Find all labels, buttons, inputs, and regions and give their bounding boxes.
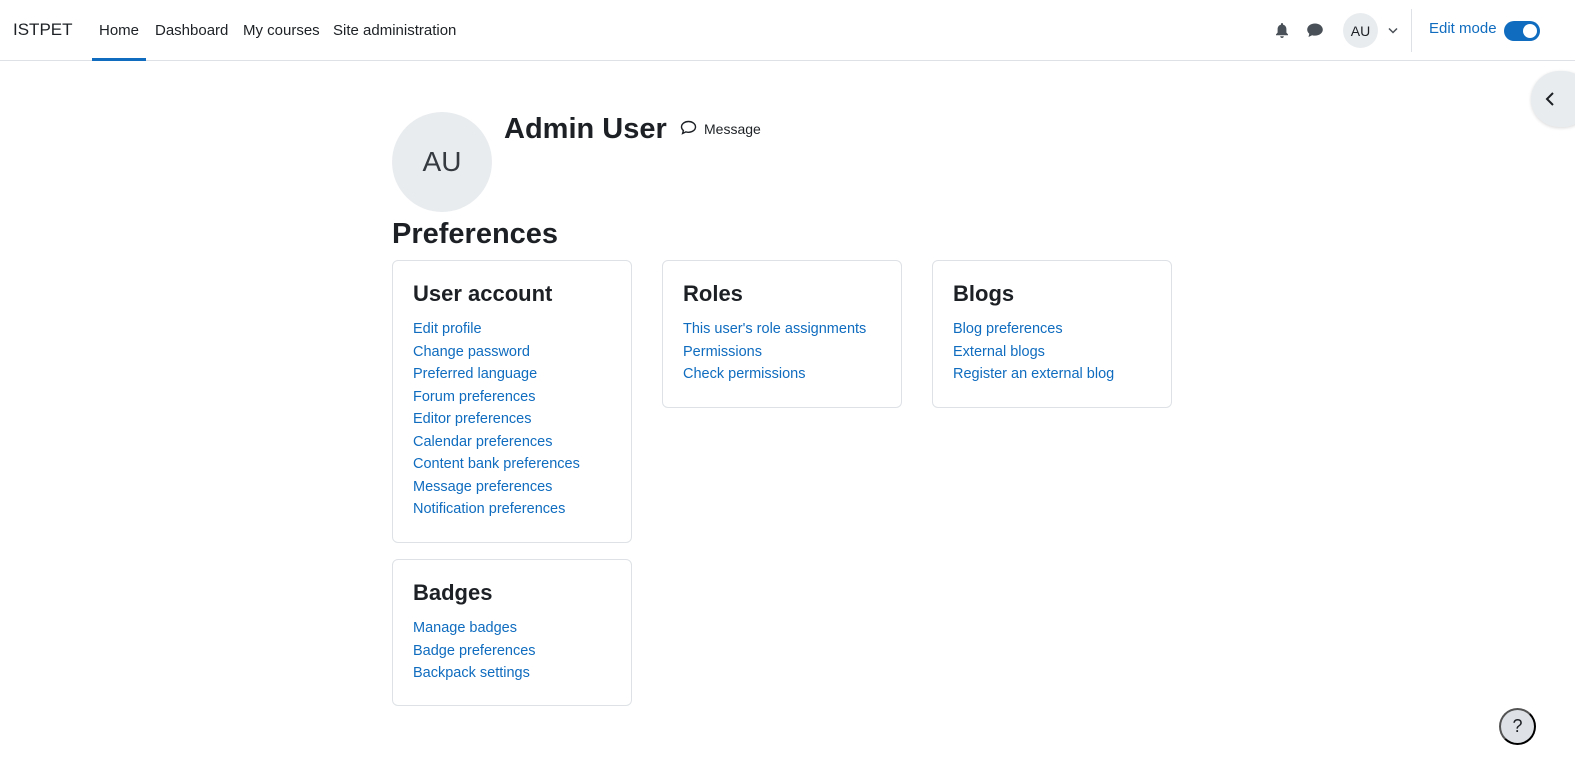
- badge-preferences-link[interactable]: Badge preferences: [413, 643, 536, 659]
- link-list: Edit profile Change password Preferred l…: [413, 318, 611, 521]
- edit-profile-link[interactable]: Edit profile: [413, 321, 482, 337]
- link-list: Manage badges Badge preferences Backpack…: [413, 617, 611, 685]
- nav-divider: [1411, 9, 1412, 52]
- edit-mode-label[interactable]: Edit mode: [1429, 20, 1497, 37]
- permissions-link[interactable]: Permissions: [683, 344, 762, 360]
- help-button[interactable]: ?: [1499, 708, 1536, 745]
- message-preferences-link[interactable]: Message preferences: [413, 479, 552, 495]
- chevron-down-icon[interactable]: [1388, 26, 1398, 36]
- chevron-left-icon: [1545, 91, 1555, 112]
- calendar-preferences-link[interactable]: Calendar preferences: [413, 434, 552, 450]
- link-list: Blog preferences External blogs Register…: [953, 318, 1151, 386]
- card-title: Badges: [413, 580, 493, 605]
- top-navbar: ISTPET Home Dashboard My courses Site ad…: [0, 0, 1575, 61]
- link-list: This user's role assignments Permissions…: [683, 318, 881, 386]
- change-password-link[interactable]: Change password: [413, 344, 530, 360]
- register-external-blog-link[interactable]: Register an external blog: [953, 366, 1114, 382]
- user-fullname: Admin User: [504, 113, 667, 145]
- page-title: Preferences: [392, 218, 559, 250]
- backpack-settings-link[interactable]: Backpack settings: [413, 665, 530, 681]
- forum-preferences-link[interactable]: Forum preferences: [413, 389, 536, 405]
- manage-badges-link[interactable]: Manage badges: [413, 620, 517, 636]
- content-bank-preferences-link[interactable]: Content bank preferences: [413, 456, 580, 472]
- message-button[interactable]: Message: [680, 120, 761, 138]
- nav-home[interactable]: Home: [91, 0, 147, 61]
- role-assignments-link[interactable]: This user's role assignments: [683, 321, 866, 337]
- card-title: Roles: [683, 281, 743, 306]
- nav-site-administration[interactable]: Site administration: [333, 0, 456, 61]
- blog-preferences-link[interactable]: Blog preferences: [953, 321, 1063, 337]
- message-icon: [680, 120, 697, 138]
- user-account-card: User account Edit profile Change passwor…: [392, 260, 632, 543]
- editor-preferences-link[interactable]: Editor preferences: [413, 411, 531, 427]
- toggle-knob: [1523, 24, 1537, 38]
- open-drawer-button[interactable]: [1531, 71, 1575, 127]
- chat-icon[interactable]: [1306, 21, 1324, 39]
- roles-card: Roles This user's role assignments Permi…: [662, 260, 902, 408]
- edit-mode-toggle[interactable]: [1504, 21, 1540, 41]
- preferred-language-link[interactable]: Preferred language: [413, 366, 537, 382]
- bell-icon[interactable]: [1273, 21, 1291, 39]
- blogs-card: Blogs Blog preferences External blogs Re…: [932, 260, 1172, 408]
- check-permissions-link[interactable]: Check permissions: [683, 366, 806, 382]
- badges-card: Badges Manage badges Badge preferences B…: [392, 559, 632, 706]
- nav-my-courses[interactable]: My courses: [243, 0, 320, 61]
- nav-dashboard[interactable]: Dashboard: [155, 0, 228, 61]
- card-title: User account: [413, 281, 553, 306]
- message-label: Message: [704, 121, 761, 137]
- site-brand[interactable]: ISTPET: [13, 20, 73, 40]
- card-title: Blogs: [953, 281, 1015, 306]
- external-blogs-link[interactable]: External blogs: [953, 344, 1045, 360]
- notification-preferences-link[interactable]: Notification preferences: [413, 501, 565, 517]
- user-menu[interactable]: AU: [1343, 13, 1398, 48]
- user-avatar: AU: [392, 112, 492, 212]
- avatar[interactable]: AU: [1343, 13, 1378, 48]
